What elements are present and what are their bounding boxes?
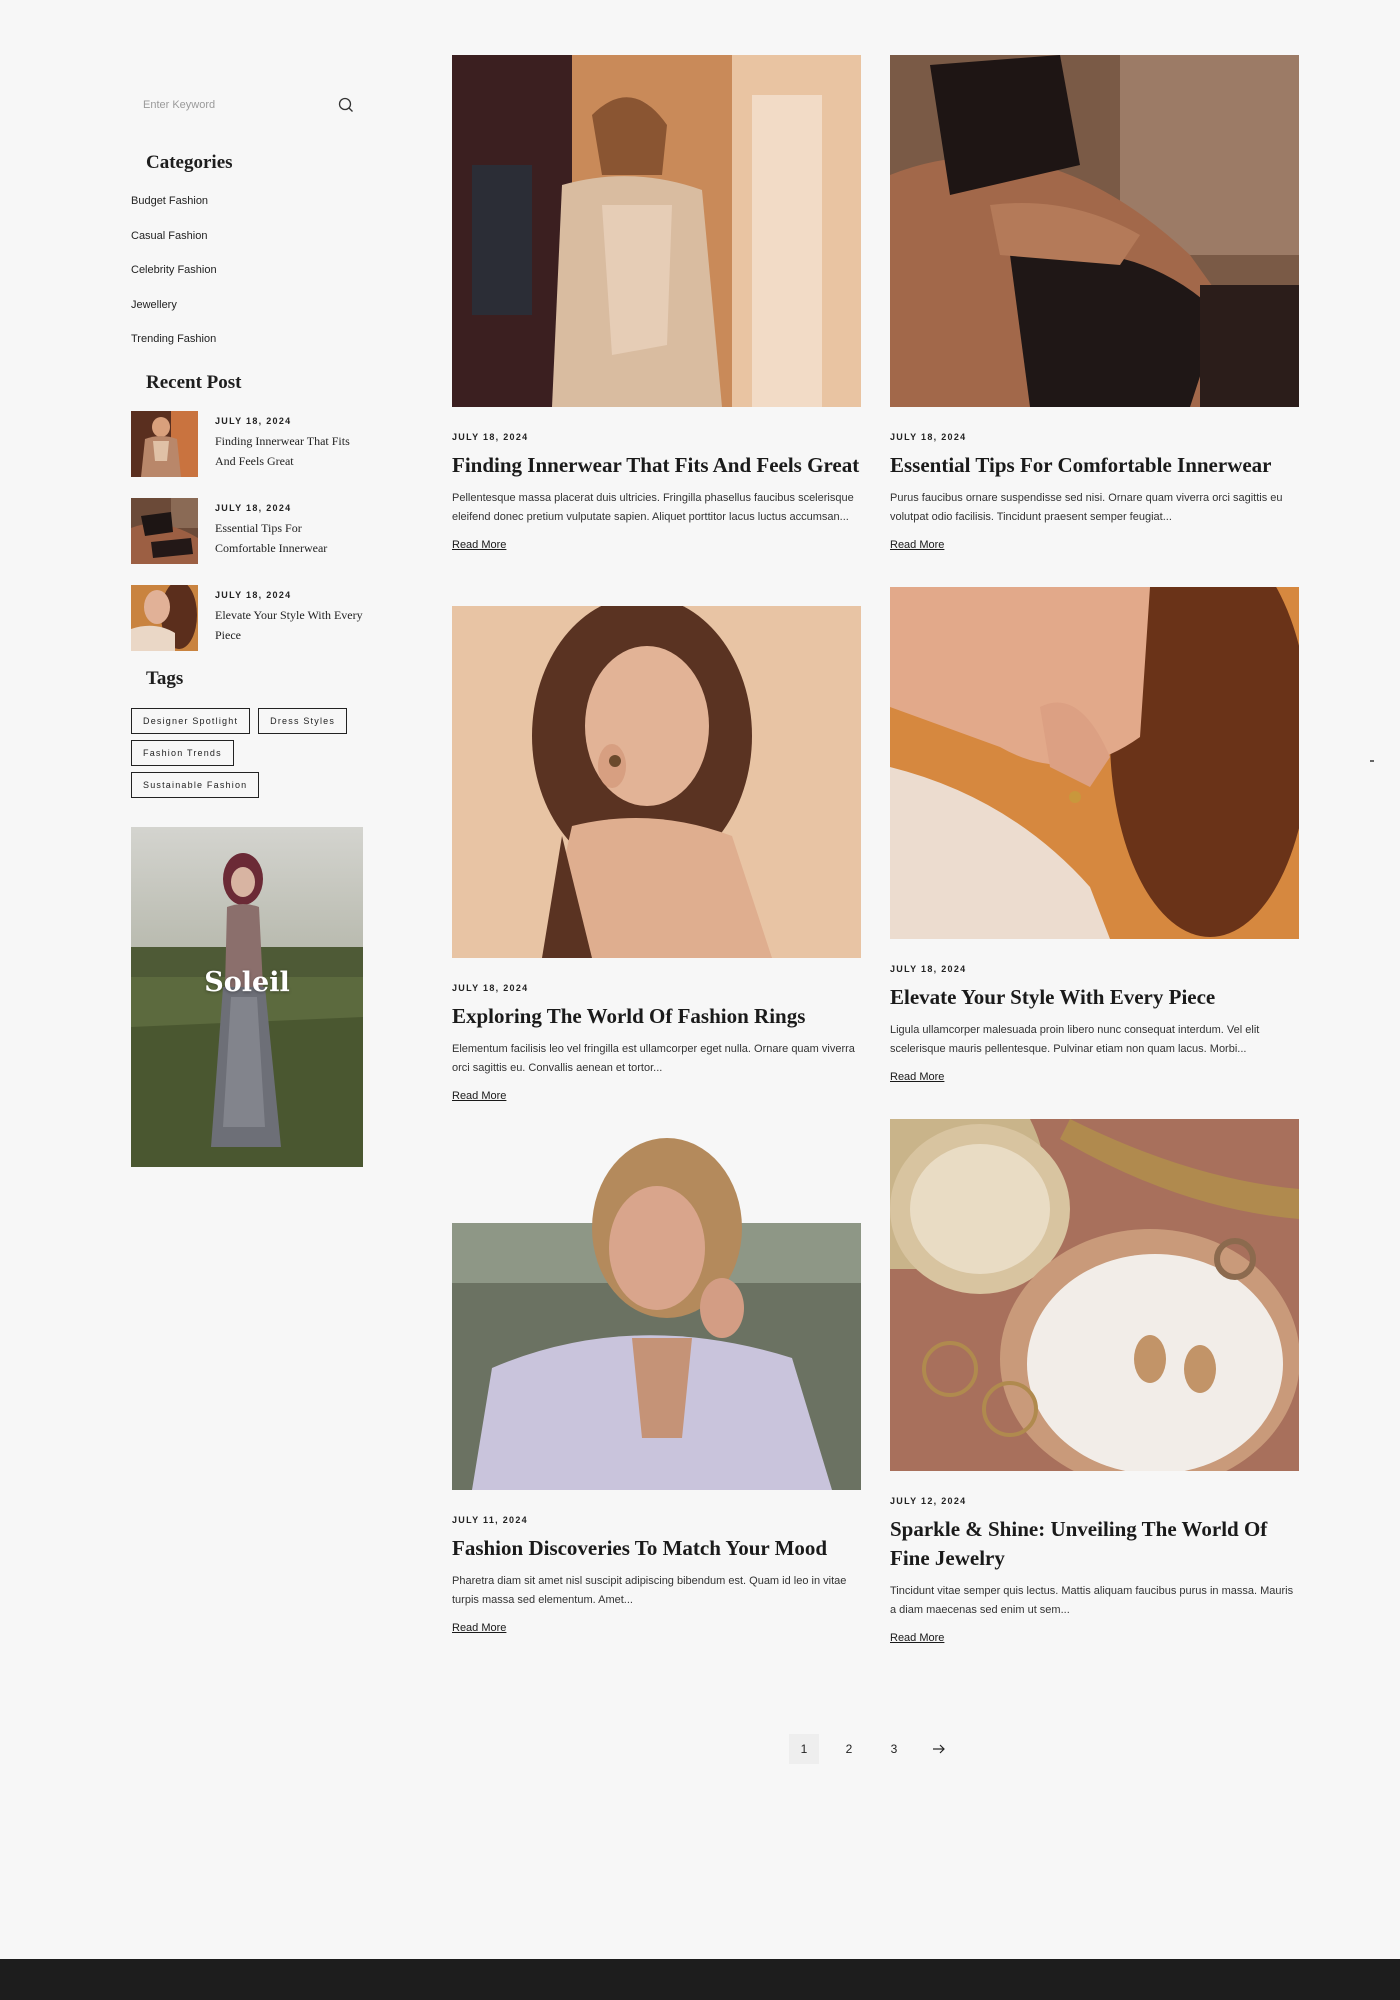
recent-post-title[interactable]: Finding Innerwear That Fits And Feels Gr… (215, 431, 363, 471)
recent-post-list: JULY 18, 2024 Finding Innerwear That Fit… (131, 410, 365, 672)
tag-link[interactable]: Designer Spotlight (131, 707, 251, 734)
recent-post-heading: Recent Post (146, 371, 242, 393)
category-link[interactable]: Trending Fashion (131, 332, 365, 367)
sidebar: Categories Budget Fashion Casual Fashion… (131, 80, 365, 1167)
recent-post-date: JULY 18, 2024 (215, 589, 292, 600)
post-title[interactable]: Essential Tips For Comfortable Innerwear (890, 451, 1299, 480)
categories-heading: Categories (146, 152, 233, 173)
promo-banner[interactable]: Soleil (131, 826, 363, 1167)
page-link-current[interactable]: 1 (789, 1734, 819, 1764)
post-excerpt: Tincidunt vitae semper quis lectus. Matt… (890, 1585, 1294, 1616)
read-more-link[interactable]: Read More (452, 1090, 506, 1102)
recent-post-thumbnail[interactable] (131, 410, 198, 477)
post-card: JULY 11, 2024 Fashion Discoveries To Mat… (452, 1138, 861, 1636)
read-more-link[interactable]: Read More (890, 539, 944, 551)
post-card: JULY 18, 2024 Elevate Your Style With Ev… (890, 587, 1299, 1085)
post-date: JULY 18, 2024 (890, 964, 967, 974)
post-image[interactable] (890, 587, 1299, 939)
read-more-link[interactable]: Read More (890, 1632, 944, 1644)
post-date: JULY 18, 2024 (452, 432, 529, 442)
tag-link[interactable]: Dress Styles (258, 707, 348, 734)
recent-post-thumbnail[interactable] (131, 584, 198, 651)
read-more-link[interactable]: Read More (452, 539, 506, 551)
post-image[interactable] (890, 1119, 1299, 1471)
post-image[interactable] (452, 55, 861, 407)
search-box (131, 80, 365, 130)
search-icon[interactable] (337, 96, 355, 114)
post-image[interactable] (452, 606, 861, 958)
category-link[interactable]: Celebrity Fashion (131, 263, 365, 298)
read-more-link[interactable]: Read More (452, 1622, 506, 1634)
tag-link[interactable]: Fashion Trends (131, 739, 234, 766)
recent-post-item[interactable]: JULY 18, 2024 Finding Innerwear That Fit… (131, 410, 365, 498)
post-card: JULY 18, 2024 Exploring The World Of Fas… (452, 606, 861, 1104)
page-link[interactable]: 3 (879, 1734, 909, 1764)
post-image[interactable] (452, 1138, 861, 1490)
next-page-arrow-icon[interactable] (924, 1734, 954, 1764)
tag-link[interactable]: Sustainable Fashion (131, 771, 260, 798)
recent-post-item[interactable]: JULY 18, 2024 Elevate Your Style With Ev… (131, 584, 365, 672)
post-image[interactable] (890, 55, 1299, 407)
read-more-link[interactable]: Read More (890, 1071, 944, 1083)
category-link[interactable]: Casual Fashion (131, 229, 365, 264)
post-date: JULY 18, 2024 (452, 983, 529, 993)
post-title[interactable]: Finding Innerwear That Fits And Feels Gr… (452, 451, 861, 480)
recent-post-thumbnail[interactable] (131, 497, 198, 564)
post-title[interactable]: Exploring The World Of Fashion Rings (452, 1002, 861, 1031)
pagination: 1 2 3 (789, 1734, 954, 1764)
scroll-indicator-icon[interactable] (1370, 760, 1374, 762)
post-title[interactable]: Elevate Your Style With Every Piece (890, 983, 1299, 1012)
page-link[interactable]: 2 (834, 1734, 864, 1764)
tag-cloud: Designer Spotlight Dress Styles Fashion … (131, 707, 365, 804)
post-title[interactable]: Fashion Discoveries To Match Your Mood (452, 1534, 861, 1563)
post-date: JULY 12, 2024 (890, 1496, 967, 1506)
post-excerpt: Ligula ullamcorper malesuada proin liber… (890, 1024, 1260, 1055)
promo-brand-text: Soleil (204, 966, 290, 998)
post-date: JULY 11, 2024 (452, 1515, 528, 1525)
search-input[interactable] (143, 99, 333, 111)
post-date: JULY 18, 2024 (890, 432, 967, 442)
post-excerpt: Elementum facilisis leo vel fringilla es… (452, 1043, 855, 1074)
post-card: JULY 18, 2024 Finding Innerwear That Fit… (452, 55, 861, 553)
categories-list: Budget Fashion Casual Fashion Celebrity … (131, 194, 365, 367)
post-card: JULY 18, 2024 Essential Tips For Comfort… (890, 55, 1299, 553)
recent-post-title[interactable]: Essential Tips For Comfortable Innerwear (215, 518, 363, 558)
post-excerpt: Pellentesque massa placerat duis ultrici… (452, 492, 854, 523)
recent-post-title[interactable]: Elevate Your Style With Every Piece (215, 605, 363, 645)
category-link[interactable]: Jewellery (131, 298, 365, 333)
footer (0, 1959, 1400, 2000)
category-link[interactable]: Budget Fashion (131, 194, 365, 229)
post-excerpt: Pharetra diam sit amet nisl suscipit adi… (452, 1575, 847, 1606)
post-excerpt: Purus faucibus ornare suspendisse sed ni… (890, 492, 1283, 523)
recent-post-date: JULY 18, 2024 (215, 415, 292, 426)
recent-post-item[interactable]: JULY 18, 2024 Essential Tips For Comfort… (131, 497, 365, 585)
recent-post-date: JULY 18, 2024 (215, 502, 292, 513)
post-card: JULY 12, 2024 Sparkle & Shine: Unveiling… (890, 1119, 1299, 1646)
post-title[interactable]: Sparkle & Shine: Unveiling The World Of … (890, 1515, 1299, 1573)
